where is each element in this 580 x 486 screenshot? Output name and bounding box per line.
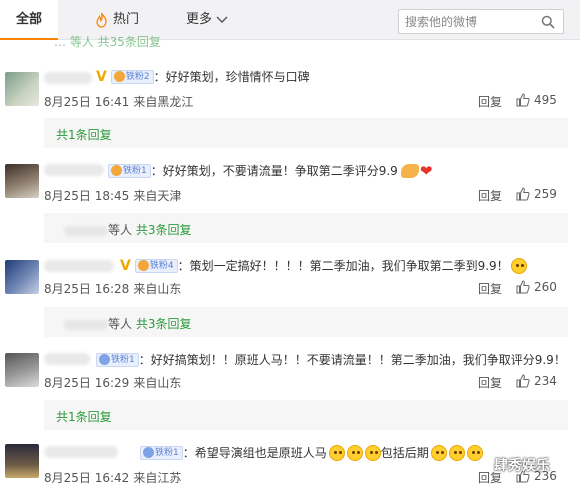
replier-names-blurred xyxy=(64,319,108,330)
fan-badge: 铁粉4 xyxy=(134,258,178,273)
chevron-down-icon xyxy=(216,16,228,23)
like-count: 259 xyxy=(534,187,557,201)
like-button[interactable]: 260 xyxy=(516,280,557,294)
like-count: 260 xyxy=(534,280,557,294)
fire-icon xyxy=(96,12,107,28)
search-input[interactable] xyxy=(405,13,535,31)
partial-reply-row[interactable]: … 等人 共35条回复 xyxy=(54,33,161,50)
reply-button[interactable]: 回复 xyxy=(478,93,502,110)
fan-badge-label: 铁粉4 xyxy=(149,260,174,271)
watermark: 肆秀娱乐 xyxy=(494,458,550,474)
comment-date: 8月25日 18:45 xyxy=(44,189,130,203)
comment-meta: 8月25日 16:42 来自江苏 xyxy=(44,469,181,486)
thumbs-up-icon xyxy=(516,374,530,388)
vip-icon: V xyxy=(120,257,131,274)
thumbs-up-icon xyxy=(516,187,530,201)
sad-emoji xyxy=(430,444,447,461)
reply-button[interactable]: 回复 xyxy=(478,374,502,391)
avatar[interactable] xyxy=(5,260,39,294)
fan-badge-icon xyxy=(99,354,110,365)
username-blurred[interactable] xyxy=(44,164,104,176)
comment-text: ：好好搞策划！！原班人马！！不要请流量！！第二季加油，我们争取评分9.9！ xyxy=(138,353,566,367)
flexed-biceps-emoji xyxy=(400,163,419,178)
username-blurred[interactable] xyxy=(44,446,118,458)
comment-text: ：好好策划，不要请流量！争取第二季评分9.9 xyxy=(150,164,398,178)
comment-meta: 8月25日 16:29 来自山东 xyxy=(44,374,181,391)
comment-date: 8月25日 16:28 xyxy=(44,282,130,296)
comment-location: 来自黑龙江 xyxy=(133,95,194,109)
username-blurred[interactable] xyxy=(44,72,92,84)
tab-all[interactable]: 全部 xyxy=(0,0,58,40)
replier-suffix: 等人 xyxy=(108,317,136,331)
reply-count-link[interactable]: 共3条回复 xyxy=(136,317,192,331)
reply-button[interactable]: 回复 xyxy=(478,187,502,204)
fan-badge-label: 铁粉2 xyxy=(125,71,150,82)
comment-date: 8月25日 16:41 xyxy=(44,95,130,109)
like-button[interactable]: 234 xyxy=(516,374,557,388)
heart-eyes-emoji xyxy=(510,257,527,274)
like-button[interactable]: 259 xyxy=(516,187,557,201)
crying-emoji xyxy=(364,444,381,461)
comment-meta: 8月25日 16:41 来自黑龙江 xyxy=(44,93,193,110)
comment-meta: 8月25日 18:45 来自天津 xyxy=(44,187,181,204)
replier-names-blurred xyxy=(64,225,108,236)
comment-location: 来自天津 xyxy=(133,189,182,203)
fan-badge-label: 铁粉1 xyxy=(111,354,135,365)
comment-text-tail: 包括后期 xyxy=(380,446,429,460)
fan-badge: 铁粉1 xyxy=(96,352,139,367)
fan-badge-icon xyxy=(143,447,154,458)
comment-meta: 8月25日 16:28 来自山东 xyxy=(44,280,181,297)
reply-summary[interactable]: 共1条回复 xyxy=(44,118,568,148)
reply-summary[interactable]: 共1条回复 xyxy=(44,400,568,430)
search-icon[interactable] xyxy=(541,15,555,29)
tab-more[interactable]: 更多 xyxy=(186,0,228,40)
comment-text: ：希望导演组也是原班人马 xyxy=(182,446,327,460)
comment-location: 来自山东 xyxy=(133,282,182,296)
fan-badge-label: 铁粉1 xyxy=(123,165,147,176)
avatar[interactable] xyxy=(5,72,39,106)
sad-emoji xyxy=(466,444,483,461)
fan-badge: 铁粉2 xyxy=(110,69,154,84)
username-blurred[interactable] xyxy=(44,353,90,365)
comment-text: ：好好策划，珍惜情怀与口碑 xyxy=(153,70,310,84)
crying-emoji xyxy=(346,444,363,461)
fan-badge-icon xyxy=(111,165,122,176)
like-count: 234 xyxy=(534,374,557,388)
avatar[interactable] xyxy=(5,444,39,478)
comment-date: 8月25日 16:29 xyxy=(44,376,130,390)
fan-badge: 铁粉1 xyxy=(108,163,151,178)
fan-badge-label: 铁粉1 xyxy=(155,447,179,458)
reply-count-link[interactable]: 共3条回复 xyxy=(136,223,192,237)
fan-badge-icon xyxy=(113,71,125,82)
tab-more-label: 更多 xyxy=(186,12,213,27)
avatar[interactable] xyxy=(5,164,39,198)
comment-location: 来自江苏 xyxy=(133,471,182,485)
fan-badge: 铁粉1 xyxy=(140,445,183,460)
heart-emoji: ❤ xyxy=(419,161,433,180)
search-box xyxy=(398,9,564,34)
reply-summary[interactable]: 等人 共3条回复 xyxy=(44,213,568,243)
thumbs-up-icon xyxy=(516,280,530,294)
comment-text: ：策划一定搞好！！！！第二季加油，我们争取第二季到9.9！ xyxy=(177,259,509,273)
comment-location: 来自山东 xyxy=(133,376,182,390)
replier-suffix: 等人 xyxy=(108,223,136,237)
comment-date: 8月25日 16:42 xyxy=(44,471,130,485)
like-button[interactable]: 495 xyxy=(516,93,557,107)
vip-icon: V xyxy=(96,68,107,85)
reply-summary[interactable]: 等人 共3条回复 xyxy=(44,307,568,337)
fan-badge-icon xyxy=(137,260,149,271)
username-blurred[interactable] xyxy=(44,260,114,272)
reply-button[interactable]: 回复 xyxy=(478,280,502,297)
crying-emoji xyxy=(328,444,345,461)
sad-emoji xyxy=(448,444,465,461)
reply-count-link[interactable]: 共1条回复 xyxy=(56,410,112,424)
like-count: 495 xyxy=(534,93,557,107)
reply-count-link[interactable]: 共1条回复 xyxy=(56,128,112,142)
avatar[interactable] xyxy=(5,353,39,387)
thumbs-up-icon xyxy=(516,93,530,107)
